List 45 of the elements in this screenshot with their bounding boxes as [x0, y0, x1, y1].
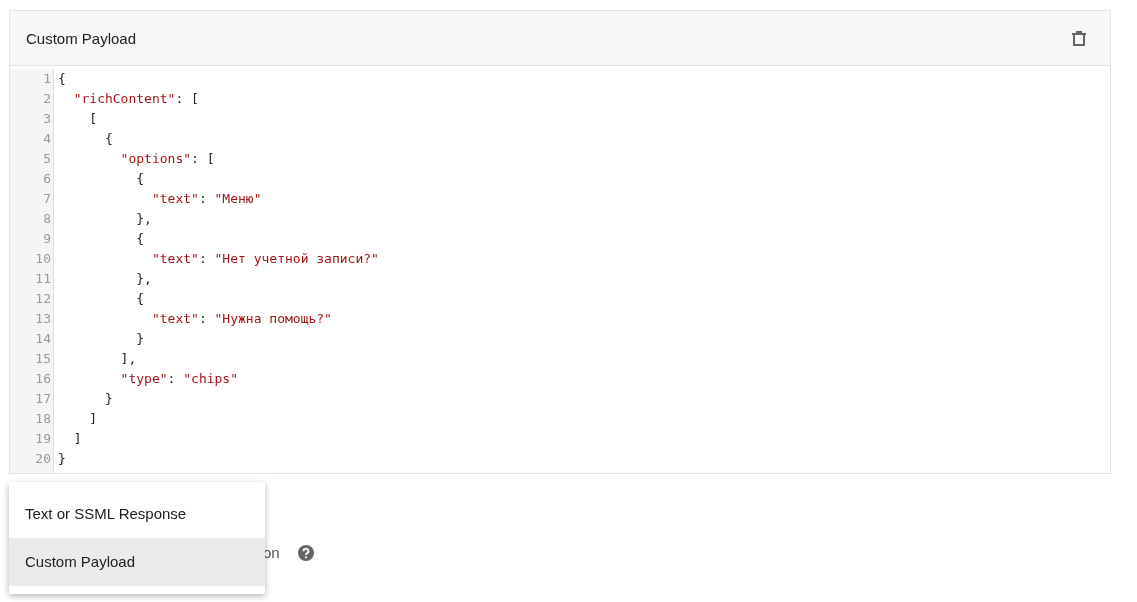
- help-icon[interactable]: [298, 545, 314, 561]
- code-line: {: [135, 230, 146, 248]
- line-number: 3: [42, 110, 51, 128]
- line-number: 5: [42, 150, 51, 168]
- code-line: },: [135, 210, 153, 228]
- menu-item[interactable]: Custom Payload: [9, 538, 265, 586]
- code-line: ]: [88, 410, 99, 428]
- line-number: 8: [42, 210, 51, 228]
- line-number: 1: [42, 70, 51, 88]
- code-line: "text": "Нет учетной записи?": [150, 250, 379, 268]
- card-title: Custom Payload: [26, 29, 137, 47]
- code-line: "text": "Нужна помощь?": [150, 310, 333, 328]
- line-number: 15: [34, 350, 51, 368]
- code-line: "options": [: [119, 150, 216, 168]
- code-line: },: [135, 270, 153, 288]
- code-line: }: [58, 450, 67, 468]
- line-number: 9: [42, 230, 51, 248]
- line-number: 14: [34, 330, 51, 348]
- line-number: 17: [34, 390, 51, 408]
- line-number: 18: [34, 410, 51, 428]
- line-number: 13: [34, 310, 51, 328]
- code-line: }: [135, 330, 146, 348]
- menu-item[interactable]: Text or SSML Response: [9, 490, 265, 538]
- line-number: 7: [42, 190, 51, 208]
- line-number: 16: [34, 370, 51, 388]
- code-line: ],: [119, 350, 138, 368]
- code-line: {: [135, 170, 146, 188]
- line-number: 11: [34, 270, 51, 288]
- code-line: }: [103, 390, 114, 408]
- code-line: "richContent": [: [72, 90, 200, 108]
- delete-icon[interactable]: [1072, 29, 1086, 47]
- line-number: 20: [34, 450, 51, 468]
- code-line: ]: [72, 430, 83, 448]
- code-line: {: [103, 130, 114, 148]
- line-number: 2: [42, 90, 51, 108]
- code-line: "type": "chips": [119, 370, 240, 388]
- code-line: [: [88, 110, 99, 128]
- line-number: 19: [34, 430, 51, 448]
- code-line: {: [58, 70, 67, 88]
- line-number: 12: [34, 290, 51, 308]
- line-number: 6: [42, 170, 51, 188]
- code-line: "text": "Меню": [150, 190, 263, 208]
- line-number: 4: [42, 130, 51, 148]
- code-line: {: [135, 290, 146, 308]
- line-number: 10: [34, 250, 51, 268]
